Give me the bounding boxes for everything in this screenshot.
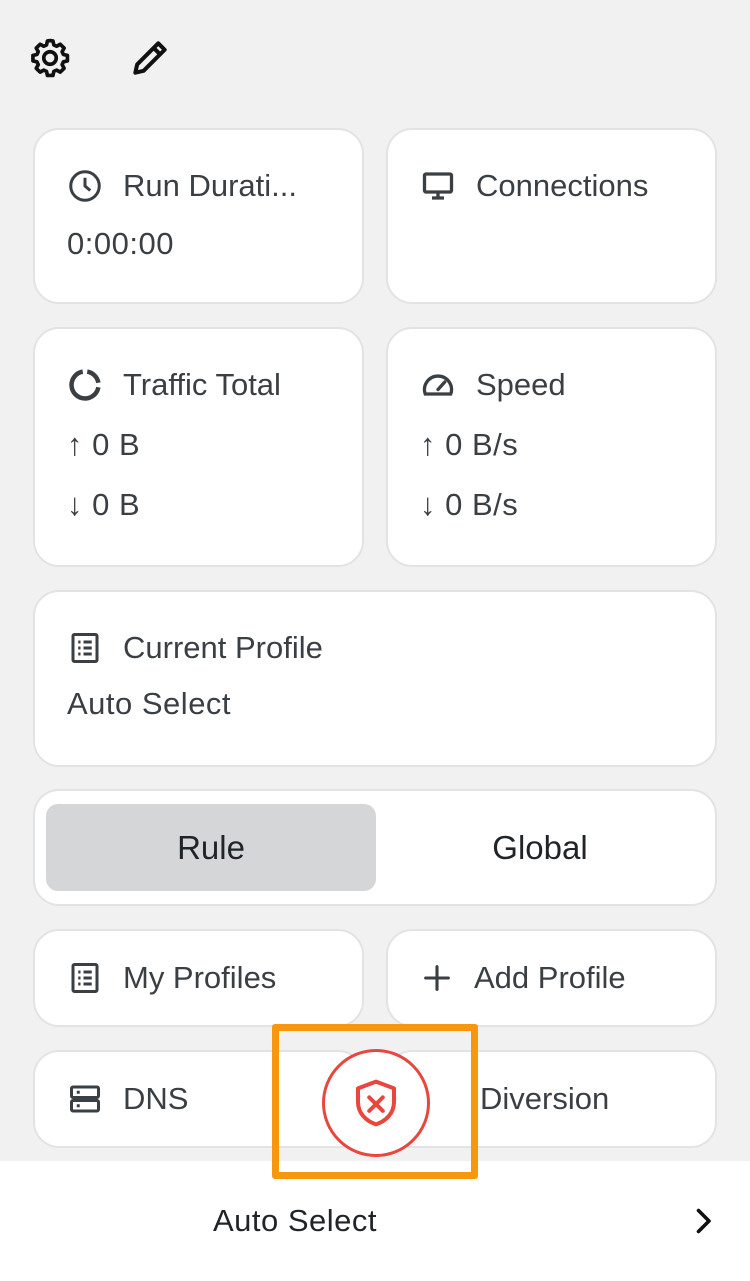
dns-label: DNS — [123, 1081, 189, 1116]
mode-selector: Rule Global — [33, 789, 717, 906]
monitor-icon — [422, 172, 454, 200]
traffic-download: ↓ 0 B — [67, 487, 141, 522]
vpn-toggle-button[interactable] — [322, 1049, 430, 1157]
vpn-toggle-area — [296, 1028, 456, 1178]
traffic-total-card: Traffic Total ↑ 0 B ↓ 0 B — [33, 327, 364, 567]
run-duration-title: Run Durati... — [123, 168, 298, 203]
speed-upload: ↑ 0 B/s — [420, 427, 519, 462]
selected-node-label: Auto Select — [212, 1203, 378, 1238]
list-icon — [71, 633, 99, 663]
chevron-right-icon[interactable] — [688, 1203, 718, 1239]
connections-title: Connections — [476, 168, 649, 203]
plus-icon — [424, 965, 450, 991]
diversion-label: Diversion — [480, 1081, 610, 1116]
list-icon — [71, 963, 99, 993]
connections-card[interactable]: Connections — [386, 128, 717, 304]
current-profile-title: Current Profile — [123, 630, 323, 665]
clock-icon — [69, 170, 101, 202]
add-profile-button[interactable]: Add Profile — [386, 929, 717, 1027]
traffic-total-title: Traffic Total — [123, 367, 281, 402]
current-profile-card[interactable]: Current Profile Auto Select — [33, 590, 717, 767]
speed-card: Speed ↑ 0 B/s ↓ 0 B/s — [386, 327, 717, 567]
mode-global-button[interactable]: Global — [375, 804, 705, 891]
speed-title: Speed — [476, 367, 566, 402]
edit-button[interactable] — [126, 34, 174, 82]
pencil-icon — [133, 41, 167, 75]
gear-icon — [31, 38, 70, 78]
my-profiles-button[interactable]: My Profiles — [33, 929, 364, 1027]
settings-button[interactable] — [26, 34, 74, 82]
traffic-upload: ↑ 0 B — [67, 427, 141, 462]
mode-rule-button[interactable]: Rule — [46, 804, 376, 891]
run-duration-card: Run Durati... 0:00:00 — [33, 128, 364, 304]
my-profiles-label: My Profiles — [123, 960, 277, 995]
server-icon — [70, 1085, 100, 1113]
ring-chart-icon — [69, 369, 101, 401]
current-profile-value: Auto Select — [67, 686, 232, 721]
add-profile-label: Add Profile — [474, 960, 626, 995]
speedometer-icon — [422, 374, 454, 396]
run-duration-value: 0:00:00 — [67, 226, 174, 261]
shield-x-icon — [355, 1079, 397, 1127]
speed-download: ↓ 0 B/s — [420, 487, 519, 522]
bottom-node-bar[interactable]: Auto Select — [0, 1161, 750, 1281]
